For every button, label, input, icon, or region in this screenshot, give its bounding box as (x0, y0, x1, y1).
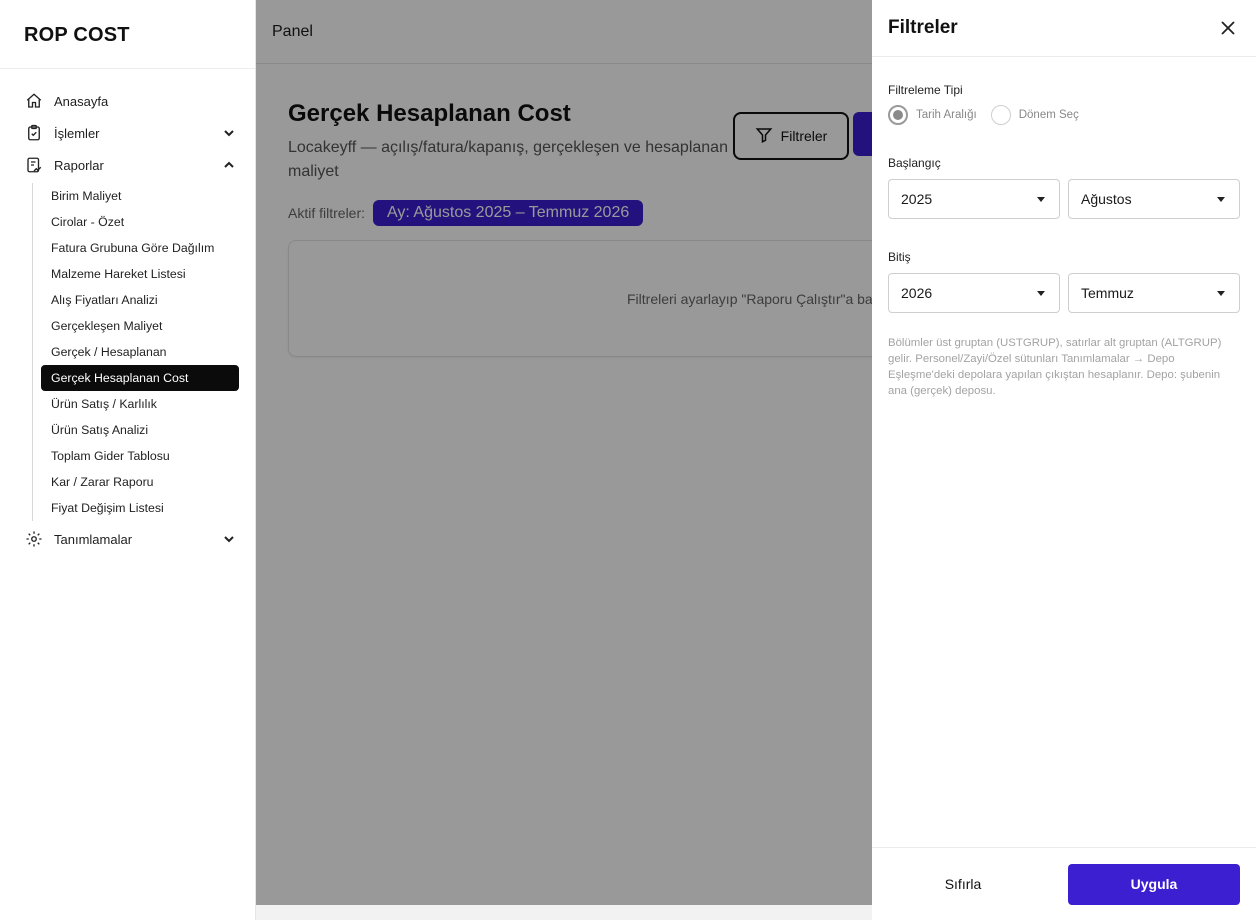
chevron-down-icon (223, 127, 235, 139)
sidebar-item-toplam-gider[interactable]: Toplam Gider Tablosu (41, 443, 239, 469)
reset-button[interactable]: Sıfırla (888, 864, 1038, 904)
sidebar-item-alis-fiyatlari[interactable]: Alış Fiyatları Analizi (41, 287, 239, 313)
start-label: Başlangıç (888, 156, 941, 170)
sidebar-item-fatura-grubu[interactable]: Fatura Grubuna Göre Dağılım (41, 235, 239, 261)
sidebar-item-birim-maliyet[interactable]: Birim Maliyet (41, 183, 239, 209)
clipboard-icon (24, 123, 44, 143)
start-year-select[interactable]: 2025 (888, 179, 1060, 219)
drawer-body: Filtreleme Tipi Tarih Aralığı Dönem Seç … (872, 57, 1256, 399)
radio-label: Tarih Aralığı (916, 109, 977, 121)
sidebar-item-raporlar[interactable]: Raporlar (24, 149, 239, 181)
start-month-value: Ağustos (1081, 191, 1132, 207)
filters-drawer: Filtreler Filtreleme Tipi Tarih Aralığı … (872, 0, 1256, 920)
start-year-value: 2025 (901, 191, 933, 207)
close-icon[interactable] (1216, 16, 1240, 40)
sidebar-item-label: Tanımlamalar (54, 531, 133, 547)
sidebar-item-kar-zarar[interactable]: Kar / Zarar Raporu (41, 469, 239, 495)
sidebar-item-label: İşlemler (54, 125, 100, 141)
chevron-down-icon (223, 533, 235, 545)
reports-submenu: Birim Maliyet Cirolar - Özet Fatura Grub… (32, 183, 239, 521)
start-selects: 2025 Ağustos (888, 179, 1240, 219)
drawer-footer: Sıfırla Uygula (872, 847, 1256, 920)
radio-label: Dönem Seç (1018, 109, 1079, 121)
sidebar-item-tanimlamalar[interactable]: Tanımlamalar (24, 523, 239, 555)
end-month-select[interactable]: Temmuz (1068, 273, 1240, 313)
radio-select-period[interactable]: Dönem Seç (990, 105, 1079, 125)
report-icon (24, 155, 44, 175)
caret-down-icon (1037, 291, 1045, 296)
sidebar-item-anasayfa[interactable]: Anasayfa (24, 85, 239, 117)
start-month-select[interactable]: Ağustos (1068, 179, 1240, 219)
caret-down-icon (1217, 291, 1225, 296)
sidebar-nav: Anasayfa İşlemler Raporlar Birim Maliyet… (0, 69, 255, 555)
end-year-select[interactable]: 2026 (888, 273, 1060, 313)
gear-icon (24, 529, 44, 549)
end-label: Bitiş (888, 250, 911, 264)
end-selects: 2026 Temmuz (888, 273, 1240, 313)
sidebar-item-label: Raporlar (54, 157, 104, 173)
sidebar-item-urun-satis-karlilik[interactable]: Ürün Satış / Karlılık (41, 391, 239, 417)
home-icon (24, 91, 44, 111)
sidebar-item-urun-satis-analizi[interactable]: Ürün Satış Analizi (41, 417, 239, 443)
radio-selected-icon (888, 105, 908, 125)
sidebar-item-gerceklesen-maliyet[interactable]: Gerçekleşen Maliyet (41, 313, 239, 339)
sidebar-item-fiyat-degisim[interactable]: Fiyat Değişim Listesi (41, 495, 239, 521)
sidebar-item-gercek-hesaplanan-cost[interactable]: Gerçek Hesaplanan Cost (41, 365, 239, 391)
chevron-up-icon (223, 159, 235, 171)
end-year-value: 2026 (901, 285, 933, 301)
caret-down-icon (1037, 197, 1045, 202)
caret-down-icon (1217, 197, 1225, 202)
radio-unselected-icon (990, 105, 1011, 125)
radio-date-range[interactable]: Tarih Aralığı (888, 105, 977, 125)
sidebar: ROP COST Anasayfa İşlemler Raporlar Biri… (0, 0, 256, 920)
help-text: Bölümler üst gruptan (USTGRUP), satırlar… (888, 337, 1222, 397)
filter-type-radio-group: Tarih Aralığı Dönem Seç (888, 105, 1240, 125)
sidebar-item-gercek-hesaplanan[interactable]: Gerçek / Hesaplanan (41, 339, 239, 365)
filter-type-label: Filtreleme Tipi (888, 83, 963, 97)
sidebar-item-label: Anasayfa (54, 93, 109, 109)
app-brand: ROP COST (0, 0, 255, 69)
drawer-header: Filtreler (872, 0, 1256, 57)
sidebar-item-cirolar-ozet[interactable]: Cirolar - Özet (41, 209, 239, 235)
drawer-title: Filtreler (888, 17, 958, 38)
sidebar-item-islemler[interactable]: İşlemler (24, 117, 239, 149)
sidebar-item-malzeme-hareket[interactable]: Malzeme Hareket Listesi (41, 261, 239, 287)
end-month-value: Temmuz (1081, 285, 1134, 301)
apply-button[interactable]: Uygula (1068, 863, 1240, 905)
